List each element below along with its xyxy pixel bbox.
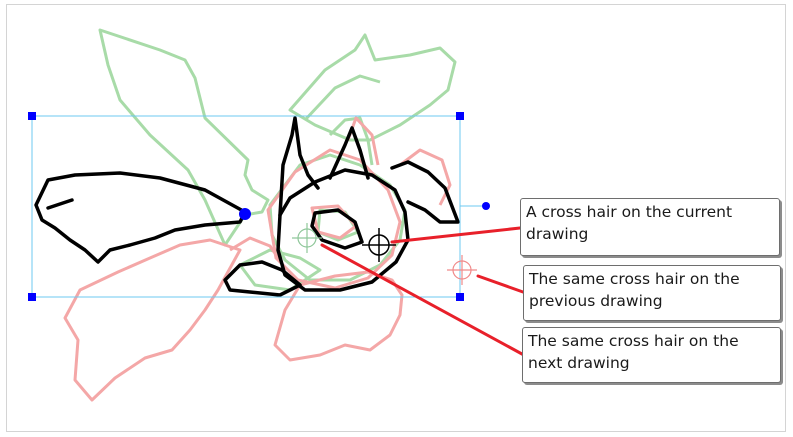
resize-handle-top-left xyxy=(28,112,36,120)
resize-handle-bottom-left xyxy=(28,293,36,301)
previous-drawing-onion-skin xyxy=(63,116,452,402)
callout-previous-drawing: The same cross hair on the previous draw… xyxy=(523,265,781,321)
callout-next-drawing: The same cross hair on the next drawing xyxy=(522,327,781,383)
callout-current-drawing: A cross hair on the current drawing xyxy=(520,198,780,256)
resize-handle-bottom-right xyxy=(456,293,464,301)
rotation-handle xyxy=(482,202,490,210)
resize-handle-top-right xyxy=(456,112,464,120)
pivot-handle xyxy=(239,208,251,220)
